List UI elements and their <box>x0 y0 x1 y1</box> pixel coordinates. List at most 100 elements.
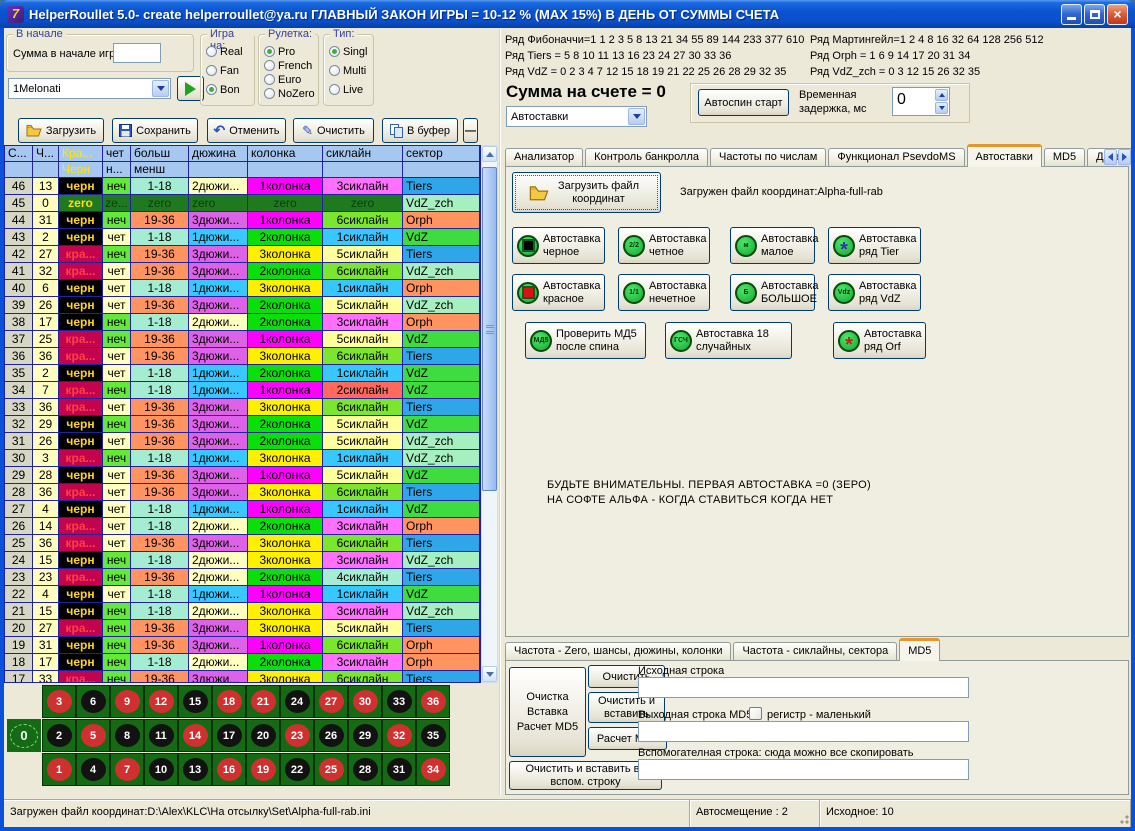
table-row[interactable]: 45 0 zero ze... zero zero zero zero VdZ_… <box>5 195 480 211</box>
radio-option[interactable]: French <box>264 59 315 72</box>
table-row[interactable]: 24 15 черн неч 1-18 2дюжи... 3колонка 3с… <box>5 552 480 568</box>
roulette-number[interactable]: 15 <box>179 686 211 717</box>
roulette-number[interactable]: 28 <box>349 754 381 785</box>
table-row[interactable]: 40 6 черн чет 1-18 1дюжи... 3колонка 1си… <box>5 280 480 296</box>
roulette-number[interactable]: 26 <box>315 720 347 751</box>
table-row[interactable]: 38 17 черн неч 1-18 2дюжи... 2колонка 3с… <box>5 314 480 330</box>
roulette-number[interactable]: 25 <box>315 754 347 785</box>
resize-grip[interactable] <box>1117 812 1129 824</box>
copy-to-buffer-button[interactable]: В буфер <box>382 118 458 143</box>
save-button[interactable]: Сохранить <box>112 118 198 143</box>
roulette-number[interactable]: 24 <box>281 686 313 717</box>
roulette-number[interactable]: 5 <box>77 720 109 751</box>
roulette-number[interactable]: 30 <box>349 686 381 717</box>
start-sum-input[interactable] <box>113 43 161 63</box>
table-row[interactable]: 28 36 кра... чет 19-36 3дюжи... 3колонка… <box>5 484 480 500</box>
roulette-number[interactable]: 3 <box>43 686 75 717</box>
md5-all-button[interactable]: Очистка Вставка Расчет MD5 <box>509 667 586 757</box>
spin-up-icon[interactable] <box>935 89 948 101</box>
roulette-number[interactable]: 22 <box>281 754 313 785</box>
table-row[interactable]: 25 36 кра... чет 19-36 3дюжи... 3колонка… <box>5 535 480 551</box>
load-coords-file-button[interactable]: Загрузить файл координат <box>512 172 661 213</box>
roulette-number[interactable]: 31 <box>383 754 415 785</box>
roulette-number[interactable]: 12 <box>145 686 177 717</box>
radio-option[interactable]: Euro <box>264 73 315 86</box>
roulette-number[interactable]: 9 <box>111 686 143 717</box>
autobet-button[interactable]: * Автоставка ряд Tier <box>828 227 921 264</box>
table-row[interactable]: 20 27 кра... неч 19-36 3дюжи... 3колонка… <box>5 620 480 636</box>
roulette-number[interactable]: 27 <box>315 686 347 717</box>
source-string-input[interactable] <box>638 677 969 698</box>
table-scrollbar[interactable] <box>481 145 498 683</box>
check-md5-button[interactable]: МД5 Проверить МД5 после спина <box>525 322 646 359</box>
table-row[interactable]: 46 13 черн неч 1-18 2дюжи... 1колонка 3с… <box>5 178 480 194</box>
table-row[interactable]: 19 31 черн неч 19-36 3дюжи... 1колонка 6… <box>5 637 480 653</box>
spin-down-icon[interactable] <box>935 102 948 114</box>
table-row[interactable]: 42 27 кра... неч 19-36 3дюжи... 3колонка… <box>5 246 480 262</box>
table-row[interactable]: 32 29 черн неч 19-36 3дюжи... 2колонка 5… <box>5 416 480 432</box>
roulette-number[interactable]: 33 <box>383 686 415 717</box>
table-row[interactable]: 23 23 кра... неч 19-36 2дюжи... 2колонка… <box>5 569 480 585</box>
clear-button[interactable]: ✎ Очистить <box>293 118 374 143</box>
roulette-number[interactable]: 18 <box>213 686 245 717</box>
roulette-number[interactable]: 29 <box>349 720 381 751</box>
scrollbar-thumb[interactable] <box>482 167 497 491</box>
roulette-number[interactable]: 6 <box>77 686 109 717</box>
roulette-number[interactable]: 34 <box>417 754 449 785</box>
table-row[interactable]: 44 31 черн неч 19-36 3дюжи... 1колонка 6… <box>5 212 480 228</box>
roulette-number[interactable]: 7 <box>111 754 143 785</box>
autobet-button[interactable]: Vdz Автоставка ряд VdZ <box>828 274 921 311</box>
roulette-number[interactable]: 14 <box>179 720 211 751</box>
collapse-button[interactable]: — <box>463 118 478 143</box>
roulette-number[interactable]: 19 <box>247 754 279 785</box>
tab-scroll-right-icon[interactable] <box>1118 149 1131 165</box>
radio-option[interactable]: NoZero <box>264 87 315 100</box>
main-tab[interactable]: Анализатор <box>505 148 583 167</box>
table-row[interactable]: 35 2 черн чет 1-18 1дюжи... 2колонка 1си… <box>5 365 480 381</box>
table-row[interactable]: 21 15 черн неч 1-18 2дюжи... 3колонка 3с… <box>5 603 480 619</box>
radio-option[interactable]: Live <box>329 83 367 96</box>
chevron-down-icon[interactable] <box>628 108 645 125</box>
radio-option[interactable]: Real <box>206 45 243 58</box>
main-tab[interactable]: Функционал PsevdoMS <box>828 148 964 167</box>
roulette-number[interactable]: 11 <box>145 720 177 751</box>
main-tab[interactable]: MD5 <box>1044 148 1085 167</box>
chevron-down-icon[interactable] <box>152 80 169 97</box>
close-button[interactable]: × <box>1107 4 1128 25</box>
roulette-number[interactable]: 10 <box>145 754 177 785</box>
radio-option[interactable]: Fan <box>206 64 243 77</box>
roulette-number[interactable]: 1 <box>43 754 75 785</box>
roulette-number[interactable]: 20 <box>247 720 279 751</box>
table-row[interactable]: 27 4 черн чет 1-18 1дюжи... 1колонка 1си… <box>5 501 480 517</box>
bottom-tab[interactable]: Частота - Zero, шансы, дюжины, колонки <box>505 642 731 661</box>
roulette-zero[interactable]: 0 <box>7 719 41 752</box>
lowercase-checkbox[interactable] <box>749 707 762 720</box>
main-tab[interactable]: Контроль банкролла <box>585 148 708 167</box>
autobet-button[interactable]: Автоставка черное <box>512 227 605 264</box>
load-button[interactable]: Загрузить <box>18 118 104 143</box>
roulette-number[interactable]: 35 <box>417 720 449 751</box>
roulette-number[interactable]: 4 <box>77 754 109 785</box>
minimize-button[interactable] <box>1061 4 1082 25</box>
radio-option[interactable]: Multi <box>329 64 367 77</box>
scroll-down-icon[interactable] <box>482 666 497 682</box>
radio-option[interactable]: Pro <box>264 45 315 58</box>
table-row[interactable]: 36 36 кра... чет 19-36 3дюжи... 3колонка… <box>5 348 480 364</box>
autobet-orf-button[interactable]: * Автоставка ряд Orf <box>833 322 926 359</box>
roulette-number[interactable]: 36 <box>417 686 449 717</box>
autobet-button[interactable]: 1/1 Автоставка нечетное <box>618 274 710 311</box>
roulette-number[interactable]: 17 <box>213 720 245 751</box>
mode-dropdown[interactable]: Автоставки <box>506 106 647 127</box>
title-bar[interactable]: 7 HelperRoullet 5.0- create helperroulle… <box>0 0 1135 28</box>
table-row[interactable]: 33 36 кра... чет 19-36 3дюжи... 3колонка… <box>5 399 480 415</box>
preset-dropdown[interactable]: 1Melonati <box>8 78 171 99</box>
scroll-up-icon[interactable] <box>482 146 497 162</box>
output-string-input[interactable] <box>638 721 969 742</box>
roulette-number[interactable]: 32 <box>383 720 415 751</box>
aux-string-input[interactable] <box>638 759 969 780</box>
roulette-number[interactable]: 23 <box>281 720 313 751</box>
roulette-number[interactable]: 21 <box>247 686 279 717</box>
undo-button[interactable]: ↶ Отменить <box>207 118 286 143</box>
roulette-number[interactable]: 13 <box>179 754 211 785</box>
table-row[interactable]: 34 7 кра... неч 1-18 1дюжи... 1колонка 2… <box>5 382 480 398</box>
